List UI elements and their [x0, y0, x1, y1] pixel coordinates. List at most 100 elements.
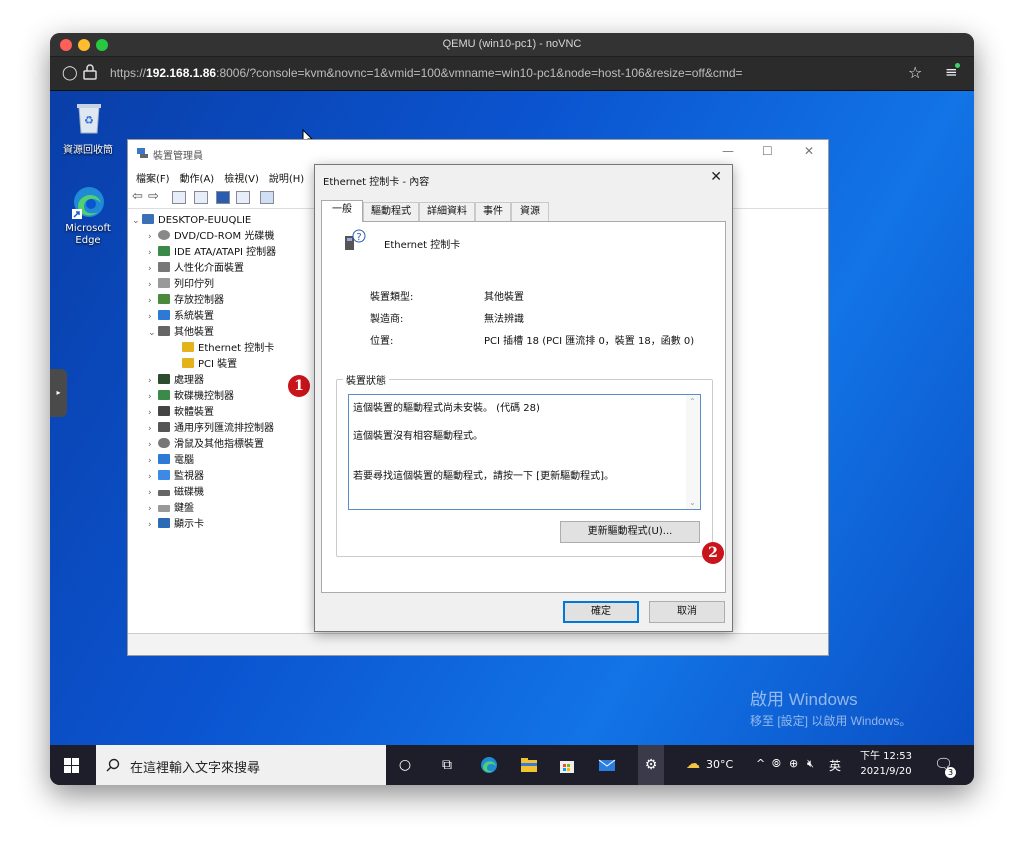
tree-item-print-queue[interactable]: › 列印佇列 [148, 277, 214, 293]
task-view-icon[interactable]: ⧉ [438, 756, 456, 774]
view-icon[interactable] [236, 191, 250, 204]
weather-temp[interactable]: 30°C [706, 758, 733, 771]
chevron-right-icon[interactable]: › [148, 517, 158, 533]
search-icon [106, 758, 120, 772]
ok-button[interactable]: 確定 [563, 601, 639, 623]
software-device-icon [158, 406, 170, 416]
chevron-right-icon[interactable]: › [148, 309, 158, 325]
shortcut-arrow-icon [72, 209, 82, 219]
volume-muted-icon[interactable]: 🔇︎ [807, 757, 814, 771]
shield-icon[interactable]: ◯ [62, 65, 78, 81]
chevron-down-icon[interactable]: ⌄ [132, 213, 142, 229]
tree-item-dvd[interactable]: › DVD/CD-ROM 光碟機 [148, 229, 274, 245]
store-icon[interactable] [558, 756, 576, 774]
address-bar[interactable]: ◯ https://192.168.1.86:8006/?console=kvm… [50, 57, 974, 91]
computer-icon [158, 454, 170, 464]
maximize-button[interactable]: ☐ [762, 144, 773, 158]
chevron-down-icon[interactable]: ⌄ [148, 325, 158, 341]
device-status-group: 裝置狀態 這個裝置的驅動程式尚未安裝。 (代碼 28) 這個裝置沒有相容驅動程式… [336, 372, 713, 557]
novnc-sidebar-handle[interactable]: ▸ [50, 369, 67, 417]
device-manager-taskbar-icon[interactable]: ⚙ [638, 745, 664, 785]
cancel-button[interactable]: 取消 [649, 601, 725, 623]
chevron-right-icon[interactable]: › [148, 261, 158, 277]
activation-title: 啟用 Windows [750, 690, 858, 709]
minimize-button[interactable]: — [722, 144, 734, 158]
device-status-textbox[interactable]: 這個裝置的驅動程式尚未安裝。 (代碼 28) 這個裝置沒有相容驅動程式。 若要尋… [348, 394, 701, 510]
chevron-right-icon[interactable]: › [148, 293, 158, 309]
url-text[interactable]: https://192.168.1.86:8006/?console=kvm&n… [110, 66, 743, 80]
network-icon[interactable]: ⊕ [789, 757, 798, 770]
tree-item-hid[interactable]: › 人性化介面裝置 [148, 261, 244, 277]
chevron-right-icon[interactable]: › [148, 229, 158, 245]
desktop-icon-recycle-bin[interactable]: ♻ 資源回收筒 [58, 99, 118, 159]
monitor-icon[interactable] [260, 191, 274, 204]
tree-item-system[interactable]: › 系統裝置 [148, 309, 214, 325]
tree-item-keyboards[interactable]: › 鍵盤 [148, 501, 194, 517]
ime-indicator[interactable]: 英 [829, 757, 841, 774]
tab-details[interactable]: 詳細資料 [419, 202, 475, 222]
scroll-down-icon[interactable]: ⌄ [689, 498, 696, 507]
tab-general[interactable]: 一般 [321, 200, 363, 222]
tree-item-other-devices[interactable]: ⌄ 其他裝置 [148, 325, 214, 341]
taskbar-search-box[interactable]: 在這裡輸入文字來搜尋 [96, 745, 386, 785]
file-explorer-icon[interactable] [520, 756, 538, 774]
chevron-right-icon[interactable]: › [148, 373, 158, 389]
edge-taskbar-icon[interactable] [480, 756, 498, 774]
back-arrow-icon[interactable]: ⇦ [132, 189, 143, 204]
onedrive-icon[interactable]: ⦾ [772, 757, 781, 771]
close-button[interactable]: ✕ [804, 144, 814, 158]
tree-item-ide[interactable]: › IDE ATA/ATAPI 控制器 [148, 245, 276, 261]
tree-item-software-devices[interactable]: › 軟體裝置 [148, 405, 214, 421]
status-scrollbar[interactable]: ⌃ ⌄ [686, 395, 700, 509]
chevron-right-icon[interactable]: › [148, 245, 158, 261]
properties-icon[interactable] [194, 191, 208, 204]
clock-time: 下午 12:53 [860, 751, 912, 762]
chevron-right-icon[interactable]: › [148, 405, 158, 421]
clock[interactable]: 下午 12:53 2021/9/20 [856, 749, 916, 779]
update-driver-button[interactable]: 更新驅動程式(U)... [560, 521, 700, 543]
tree-item-floppy-controller[interactable]: › 軟碟機控制器 [148, 389, 234, 405]
tree-item-computer[interactable]: › 電腦 [148, 453, 194, 469]
lock-icon[interactable] [83, 64, 97, 80]
bookmark-star-icon[interactable]: ☆ [908, 63, 922, 82]
help-icon[interactable] [216, 191, 230, 204]
menu-help[interactable]: 說明(H) [269, 174, 304, 185]
chevron-right-icon[interactable]: › [148, 501, 158, 517]
chevron-right-icon[interactable]: › [148, 485, 158, 501]
scroll-up-icon[interactable]: ⌃ [689, 397, 696, 406]
processor-icon [158, 374, 170, 384]
tree-item-mouse[interactable]: › 滑鼠及其他指標裝置 [148, 437, 264, 453]
cortana-icon[interactable]: ○ [396, 756, 414, 774]
tab-resources[interactable]: 資源 [511, 202, 549, 222]
hid-icon [158, 262, 170, 272]
menu-file[interactable]: 檔案(F) [136, 174, 170, 185]
tree-item-pci[interactable]: PCI 裝置 [182, 357, 237, 373]
show-hide-tree-icon[interactable] [172, 191, 186, 204]
mail-icon[interactable] [598, 756, 616, 774]
menu-view[interactable]: 檢視(V) [224, 174, 259, 185]
tree-item-disk-drives[interactable]: › 磁碟機 [148, 485, 204, 501]
chevron-right-icon[interactable]: › [148, 453, 158, 469]
tree-item-usb[interactable]: › 通用序列匯流排控制器 [148, 421, 274, 437]
tab-events[interactable]: 事件 [475, 202, 511, 222]
chevron-right-icon[interactable]: › [148, 469, 158, 485]
tree-root[interactable]: ⌄ DESKTOP-EUUQLIE [132, 213, 251, 229]
desktop-icon-edge[interactable]: Microsoft Edge [58, 183, 118, 263]
start-windows-icon[interactable] [64, 758, 79, 773]
chevron-right-icon[interactable]: › [148, 277, 158, 293]
tray-chevron-up-icon[interactable]: ^ [756, 757, 765, 770]
forward-arrow-icon[interactable]: ⇨ [148, 189, 159, 204]
chevron-right-icon[interactable]: › [148, 421, 158, 437]
weather-icon[interactable]: ☁ [686, 756, 700, 772]
tab-driver[interactable]: 驅動程式 [363, 202, 419, 222]
dialog-close-button[interactable]: ✕ [710, 169, 722, 185]
chevron-right-icon[interactable]: › [148, 437, 158, 453]
tree-item-storage[interactable]: › 存放控制器 [148, 293, 224, 309]
chevron-right-icon[interactable]: › [148, 389, 158, 405]
device-manager-title: 裝置管理員 [153, 151, 203, 162]
tree-item-display-adapters[interactable]: › 顯示卡 [148, 517, 204, 533]
menu-action[interactable]: 動作(A) [180, 174, 215, 185]
tree-item-processor[interactable]: › 處理器 [148, 373, 204, 389]
tree-item-ethernet[interactable]: Ethernet 控制卡 [182, 341, 274, 357]
tree-item-monitors[interactable]: › 監視器 [148, 469, 204, 485]
